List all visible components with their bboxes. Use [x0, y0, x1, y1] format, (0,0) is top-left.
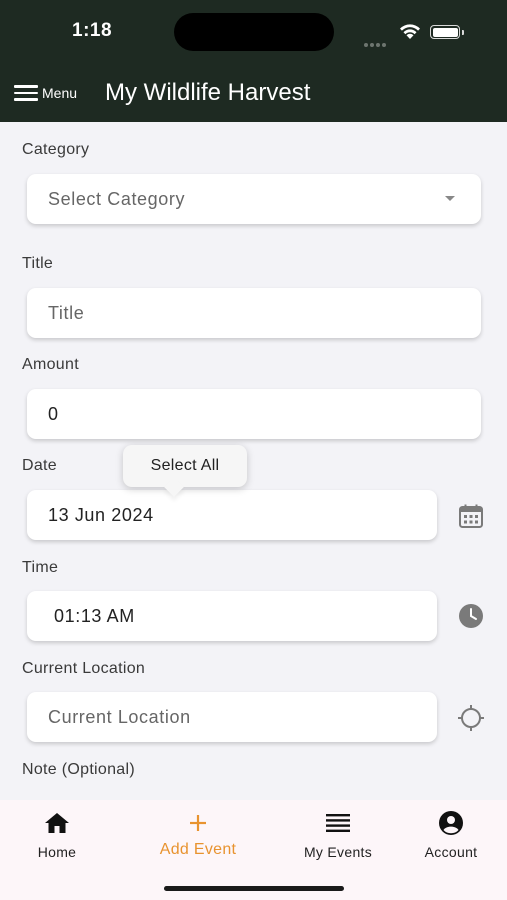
menu-button[interactable]: Menu [14, 80, 90, 106]
location-input[interactable]: Current Location [27, 692, 437, 742]
home-indicator[interactable] [164, 886, 344, 891]
page-title: My Wildlife Harvest [105, 79, 311, 106]
date-value: 13 Jun 2024 [48, 504, 154, 525]
select-all-popup[interactable]: Select All [123, 445, 247, 487]
category-select[interactable]: Select Category [27, 174, 481, 224]
calendar-icon[interactable] [458, 503, 484, 529]
time-input[interactable]: 01:13 AM [27, 591, 437, 641]
time-label: Time [22, 559, 59, 576]
date-input[interactable]: 13 Jun 2024 [27, 490, 437, 540]
title-placeholder: Title [48, 302, 85, 323]
time-value: 01:13 AM [54, 605, 135, 626]
note-label: Note (Optional) [22, 761, 135, 778]
nav-add-event-label: Add Event [159, 841, 237, 858]
amount-input[interactable]: 0 [27, 389, 481, 439]
nav-my-events-label: My Events [303, 844, 373, 860]
category-placeholder: Select Category [48, 188, 186, 209]
location-placeholder: Current Location [48, 706, 191, 727]
select-all-label: Select All [150, 457, 220, 474]
nav-add-event[interactable]: Add Event [143, 810, 253, 859]
dynamic-island [174, 13, 334, 51]
top-app-bar: 1:18 Menu My Wildlife Harvest [0, 0, 507, 122]
nav-home[interactable]: Home [2, 810, 112, 860]
bottom-navigation: Home Add Event My Events Account [0, 800, 507, 900]
location-label: Current Location [22, 660, 146, 677]
hamburger-icon [14, 85, 38, 101]
caret-down-icon [445, 196, 455, 201]
amount-label: Amount [22, 356, 79, 373]
amount-value: 0 [48, 403, 59, 424]
title-input[interactable]: Title [27, 288, 481, 338]
menu-label: Menu [42, 85, 78, 101]
list-icon [326, 814, 350, 832]
home-icon [45, 813, 69, 833]
category-label: Category [22, 141, 90, 158]
title-label: Title [22, 255, 54, 272]
nav-account[interactable]: Account [396, 810, 506, 860]
battery-icon [430, 25, 460, 39]
crosshair-icon[interactable] [457, 704, 485, 732]
status-icons [364, 22, 474, 47]
date-label: Date [22, 457, 57, 474]
wifi-icon [400, 24, 420, 39]
nav-home-label: Home [37, 844, 77, 860]
status-time: 1:18 [72, 20, 113, 41]
clock-icon[interactable] [458, 603, 484, 629]
nav-account-label: Account [424, 844, 478, 860]
nav-my-events[interactable]: My Events [283, 810, 393, 860]
plus-icon [190, 815, 206, 831]
account-icon [439, 811, 463, 835]
cellular-signal-icon [364, 34, 388, 52]
